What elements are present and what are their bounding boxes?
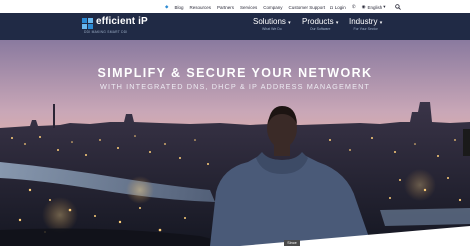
- top-link-company[interactable]: Company: [263, 5, 282, 10]
- brand-logo-text[interactable]: efficient iP: [96, 16, 148, 27]
- phone-icon[interactable]: ✆: [352, 4, 356, 10]
- login-link[interactable]: Login: [335, 5, 346, 10]
- top-link-services[interactable]: Services: [240, 5, 257, 10]
- since-badge: Since: [284, 240, 300, 246]
- language-select[interactable]: English: [368, 5, 383, 10]
- menu-industry-subtitle: For Your Sector: [353, 27, 378, 31]
- menu-industry-label: Industry ▾: [349, 17, 383, 26]
- menu-industry[interactable]: Industry ▾ For Your Sector: [349, 17, 382, 31]
- main-navigation: [0, 13, 470, 40]
- menu-solutions-label: Solutions ▾: [253, 17, 291, 26]
- top-utility-links: ◆ Blog Resources Partners Services Compa…: [165, 2, 401, 12]
- top-utility-bar: ◆ Blog Resources Partners Services Compa…: [0, 0, 470, 13]
- bullet-icon: ◆: [165, 4, 169, 9]
- globe-icon: ◉: [361, 4, 366, 9]
- chevron-down-icon: ▾: [383, 4, 386, 9]
- user-icon: ◘: [330, 4, 333, 10]
- top-link-resources[interactable]: Resources: [189, 5, 211, 10]
- menu-products-label: Products ▾: [302, 17, 339, 26]
- menu-products[interactable]: Products ▾ Our Software: [302, 17, 338, 31]
- menu-solutions-subtitle: What We Do: [261, 27, 282, 31]
- hero-headline: SIMPLIFY & SECURE YOUR NETWORK: [97, 66, 373, 80]
- menu-solutions[interactable]: Solutions ▾ What We Do: [253, 17, 291, 31]
- top-link-blog[interactable]: Blog: [174, 5, 183, 10]
- chevron-down-icon: ▾: [379, 20, 383, 26]
- top-link-partners[interactable]: Partners: [217, 5, 234, 10]
- menu-products-subtitle: Our Software: [309, 27, 331, 31]
- efficient-ip-logo-icon[interactable]: [82, 18, 94, 29]
- chevron-down-icon: ▾: [335, 20, 339, 26]
- brand-tagline: DDI MAKING SMART DDI: [84, 30, 128, 34]
- side-feedback-tab[interactable]: [463, 129, 470, 156]
- chevron-down-icon: ▾: [288, 20, 291, 26]
- search-icon[interactable]: [394, 4, 401, 10]
- hero-subheadline: WITH INTEGRATED DNS, DHCP & IP ADDRESS M…: [100, 82, 370, 91]
- top-link-customer-support[interactable]: Customer Support: [289, 5, 326, 10]
